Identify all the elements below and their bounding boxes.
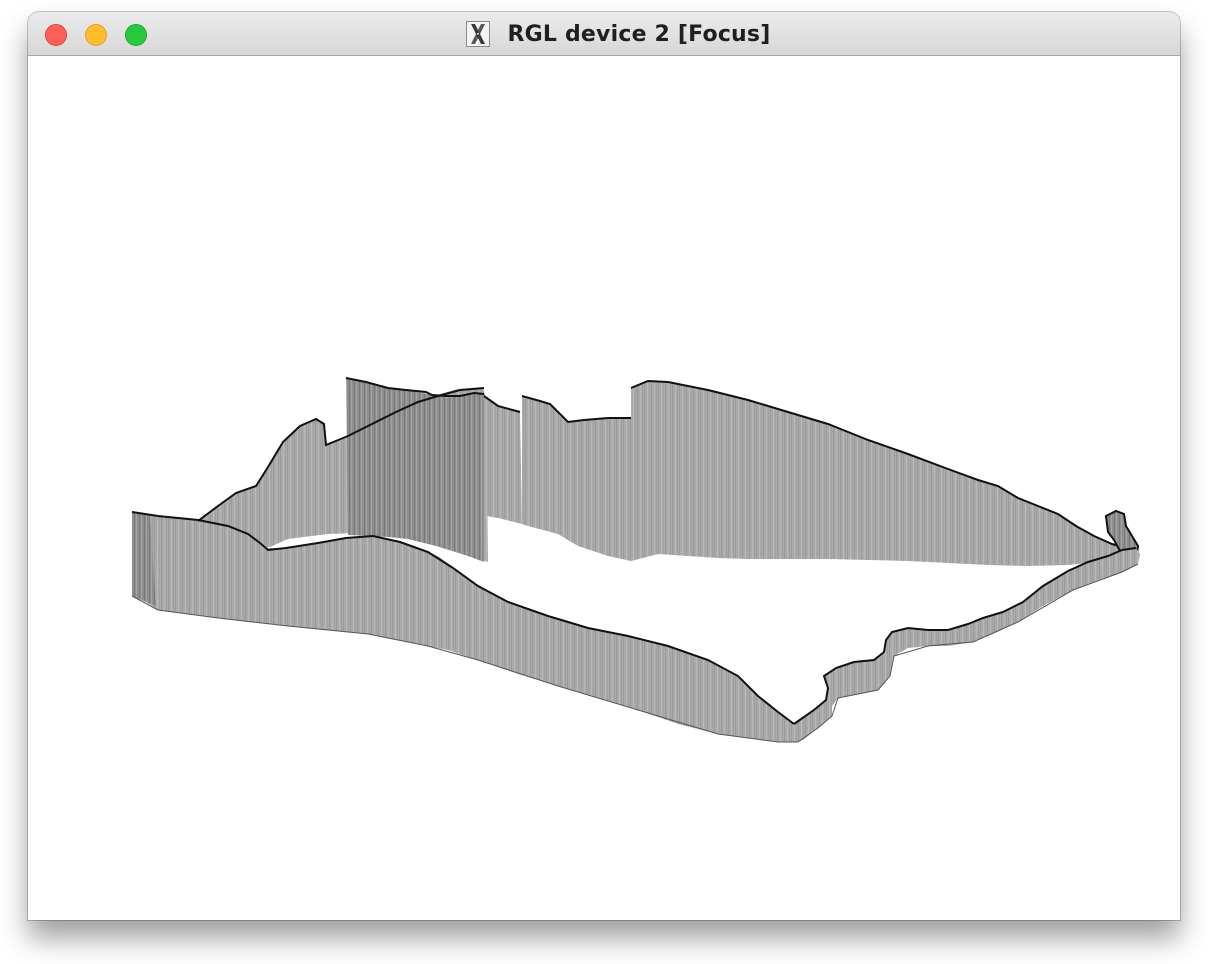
window-title: RGL device 2 [Focus] (507, 21, 771, 47)
wall-back-tower (346, 378, 484, 562)
wall-front-right (794, 548, 1140, 742)
x11-icon (465, 21, 490, 47)
wall-back-mid (484, 396, 522, 524)
wall-back-right (631, 381, 1120, 566)
rgl-3d-canvas[interactable] (28, 56, 1180, 920)
extruded-outline-plot (131, 377, 1140, 743)
title-group: RGL device 2 [Focus] (28, 12, 1180, 56)
title-bar[interactable]: RGL device 2 [Focus] (28, 12, 1180, 56)
rgl-window: RGL device 2 [Focus] (28, 12, 1180, 920)
